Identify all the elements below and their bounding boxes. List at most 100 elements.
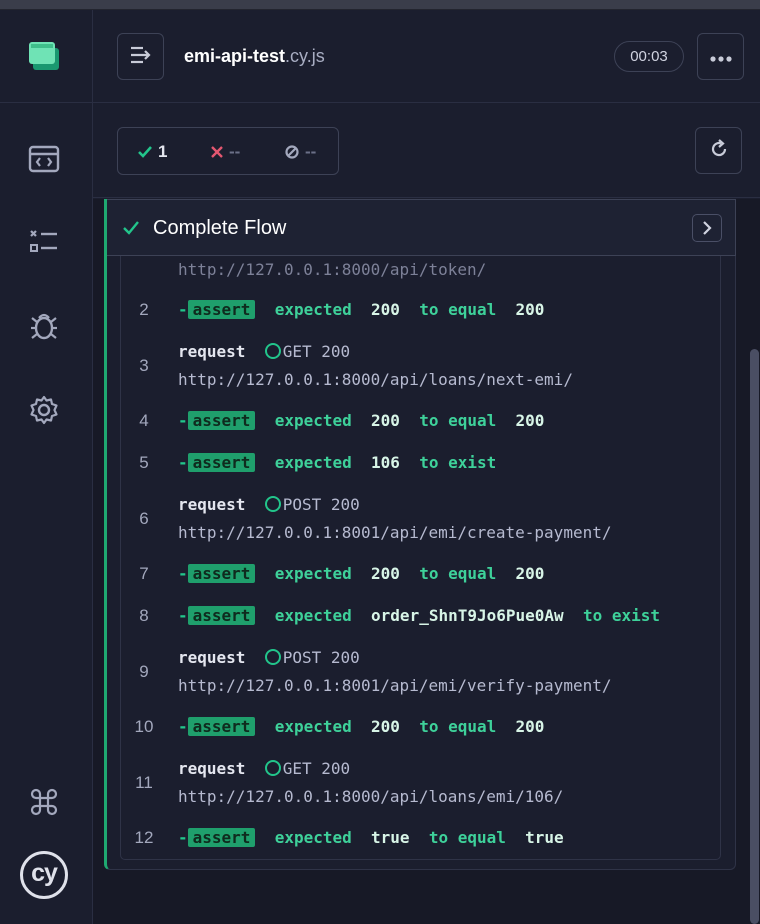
- command-dash: -: [178, 411, 188, 430]
- command-dash: -: [178, 717, 188, 736]
- scrollbar-thumb[interactable]: [750, 349, 759, 924]
- status-circle-icon: [264, 760, 281, 776]
- skipped-icon: [285, 145, 299, 159]
- test-panel: Complete Flow http://127.0.0.1:8000/api/…: [104, 199, 736, 870]
- status-circle-icon: [264, 496, 281, 512]
- window-top-bar: [0, 0, 760, 10]
- bug-icon[interactable]: [26, 308, 62, 344]
- assert-expected: expected: [274, 411, 352, 430]
- request-method: POST 200: [282, 495, 360, 514]
- command-dash: -: [178, 564, 188, 583]
- check-icon: [138, 146, 152, 158]
- command-dash: -: [178, 828, 188, 847]
- pending-count[interactable]: --: [285, 142, 316, 162]
- assert-expected: expected: [274, 717, 352, 736]
- sidebar-nav: cy: [0, 10, 93, 924]
- collapse-reporter-button[interactable]: [117, 33, 164, 80]
- passed-count[interactable]: 1: [138, 142, 167, 162]
- assert-expected: expected: [274, 300, 352, 319]
- command-number: 12: [134, 828, 154, 847]
- failed-count[interactable]: --: [211, 142, 240, 162]
- spec-extension: .cy.js: [285, 46, 325, 66]
- assert-value: 200: [371, 717, 400, 736]
- assert-value: 106: [371, 453, 400, 472]
- assert-value: order_ShnT9Jo6Pue0Aw: [371, 606, 564, 625]
- command-number: 5: [139, 453, 149, 472]
- command-number: 6: [139, 509, 149, 528]
- command-row[interactable]: 9 request POST 200 http://127.0.0.1:8001…: [121, 648, 720, 700]
- request-method: GET 200: [282, 759, 351, 778]
- request-method: GET 200: [282, 342, 351, 361]
- assert-value: 200: [515, 564, 545, 583]
- command-number: 2: [139, 300, 149, 319]
- test-stats: 1 -- --: [117, 127, 339, 175]
- more-options-button[interactable]: [697, 33, 744, 80]
- assert-value: true: [525, 828, 564, 847]
- command-name: request: [178, 648, 246, 667]
- assert-matcher: to equal: [419, 564, 497, 583]
- stats-bar: 1 -- --: [93, 103, 760, 198]
- command-row[interactable]: 12 - assert expected true to equal true: [121, 828, 720, 852]
- assert-value: 200: [371, 300, 400, 319]
- pending-value: --: [305, 142, 317, 161]
- command-number: 4: [139, 411, 149, 430]
- refresh-icon: [709, 138, 729, 163]
- command-row[interactable]: 6 request POST 200 http://127.0.0.1:8001…: [121, 495, 720, 547]
- assert-matcher: to equal: [419, 411, 497, 430]
- command-number: 7: [139, 564, 149, 583]
- assert-expected: expected: [274, 828, 352, 847]
- command-key-icon[interactable]: [26, 784, 62, 820]
- request-url: http://127.0.0.1:8001/api/emi/verify-pay…: [178, 676, 612, 695]
- command-dash: -: [178, 453, 188, 472]
- command-row[interactable]: 11 request GET 200 http://127.0.0.1:8000…: [121, 759, 720, 811]
- browser-window-icon[interactable]: [26, 141, 62, 177]
- command-row[interactable]: 4 - assert expected 200 to equal 200: [121, 411, 720, 435]
- cypress-logo: cy: [20, 851, 68, 899]
- request-url: http://127.0.0.1:8001/api/emi/create-pay…: [178, 523, 612, 542]
- assert-value: 200: [515, 717, 545, 736]
- assert-value: 200: [515, 300, 545, 319]
- command-number: 10: [134, 717, 154, 736]
- assert-value: true: [371, 828, 410, 847]
- assert-badge: assert: [187, 411, 256, 430]
- assert-expected: expected: [274, 453, 352, 472]
- command-row[interactable]: 8 - assert expected order_ShnT9Jo6Pue0Aw …: [121, 606, 720, 630]
- assert-matcher: to exist: [419, 453, 497, 472]
- command-number: 9: [139, 662, 149, 681]
- spec-name: emi-api-test: [184, 46, 286, 66]
- reporter-scrollbar[interactable]: [748, 199, 760, 924]
- app-logo-area: [0, 10, 92, 103]
- rerun-button[interactable]: [695, 127, 742, 174]
- command-row[interactable]: 2 - assert expected 200 to equal 200: [121, 300, 720, 324]
- status-circle-icon: [264, 343, 281, 359]
- assert-value: 200: [371, 564, 400, 583]
- command-number: 3: [139, 356, 149, 375]
- reporter-content: Complete Flow http://127.0.0.1:8000/api/…: [93, 199, 760, 924]
- assert-matcher: to exist: [582, 606, 661, 625]
- assert-badge: assert: [187, 300, 256, 319]
- assert-value: 200: [515, 411, 545, 430]
- app-logo-icon[interactable]: [29, 42, 61, 72]
- chevron-right-icon: [703, 221, 712, 235]
- command-row[interactable]: 3 request GET 200 http://127.0.0.1:8000/…: [121, 342, 720, 394]
- assert-matcher: to equal: [428, 828, 506, 847]
- assert-expected: expected: [274, 564, 352, 583]
- command-row[interactable]: 7 - assert expected 200 to equal 200: [121, 564, 720, 588]
- command-number: 8: [139, 606, 149, 625]
- checklist-icon[interactable]: [26, 224, 62, 260]
- more-options-icon: [709, 47, 732, 66]
- open-in-ide-button[interactable]: [692, 214, 722, 242]
- gear-icon[interactable]: [26, 392, 62, 428]
- command-name: request: [178, 342, 246, 361]
- command-dash: -: [178, 606, 188, 625]
- assert-badge: assert: [187, 453, 256, 472]
- command-row[interactable]: 10 - assert expected 200 to equal 200: [121, 717, 720, 741]
- test-header[interactable]: Complete Flow: [107, 199, 736, 256]
- passed-check-icon: [123, 221, 139, 235]
- run-timer: 00:03: [614, 41, 684, 72]
- failed-value: --: [229, 142, 241, 161]
- assert-badge: assert: [187, 828, 256, 847]
- assert-expected: expected: [274, 606, 352, 625]
- command-name: request: [178, 759, 246, 778]
- command-row[interactable]: 5 - assert expected 106 to exist: [121, 453, 720, 477]
